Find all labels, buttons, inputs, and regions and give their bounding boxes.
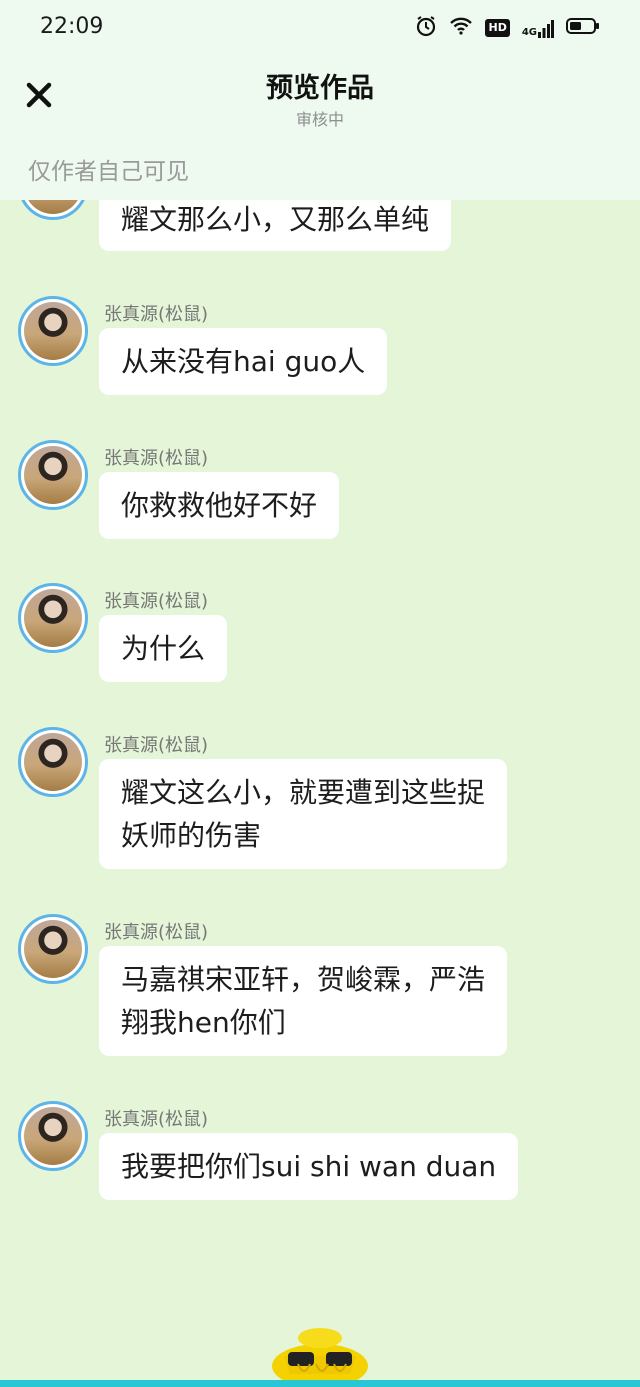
message-bubble[interactable]: 你救救他好不好 <box>99 472 340 539</box>
signal-icon: 4G <box>522 18 554 38</box>
status-time: 22:09 <box>40 14 104 39</box>
sender-name: 张真源(松鼠) <box>104 1109 209 1130</box>
page-title: 预览作品 <box>266 73 374 104</box>
message-text-line2: 妖师的伤害 <box>121 819 262 852</box>
avatar[interactable] <box>18 914 88 984</box>
message-text: 耀文那么小，又那么单纯 <box>121 203 430 236</box>
visibility-notice: 仅作者自己可见 <box>28 159 189 185</box>
avatar[interactable] <box>18 727 88 797</box>
wifi-icon <box>449 16 473 40</box>
avatar[interactable] <box>18 1101 88 1171</box>
message-text: 从来没有hai guo人 <box>121 345 366 378</box>
hd-badge: HD <box>485 19 510 37</box>
sender-name: 张真源(松鼠) <box>104 735 209 756</box>
avatar[interactable] <box>18 296 88 366</box>
avatar[interactable] <box>18 583 88 653</box>
message-bubble[interactable]: 从来没有hai guo人 <box>99 328 388 395</box>
message-text: 为什么 <box>121 632 206 665</box>
avatar[interactable] <box>18 200 88 220</box>
message-text: 我要把你们sui shi wan duan <box>121 1150 497 1183</box>
battery-icon <box>566 16 600 40</box>
avatar[interactable] <box>18 440 88 510</box>
message-bubble[interactable]: 为什么 <box>99 615 228 682</box>
sender-name: 张真源(松鼠) <box>104 922 209 943</box>
message-text: 马嘉祺宋亚轩，贺峻霖，严浩 <box>121 963 486 996</box>
chat-list[interactable]: 耀文那么小，又那么单纯 张真源(松鼠) 从来没有hai guo人 张真源(松鼠)… <box>0 200 640 1380</box>
network-type: 4G <box>521 27 537 38</box>
message-bubble[interactable]: 耀文那么小，又那么单纯 <box>99 200 452 251</box>
message-bubble[interactable]: 马嘉祺宋亚轩，贺峻霖，严浩 翔我hen你们 <box>99 946 508 1056</box>
sender-name: 张真源(松鼠) <box>104 591 209 612</box>
mascot-icon[interactable] <box>270 1326 370 1387</box>
sender-name: 张真源(松鼠) <box>104 304 209 325</box>
bottom-bar <box>0 1380 640 1387</box>
message-bubble[interactable]: 耀文这么小，就要遭到这些捉 妖师的伤害 <box>99 759 508 869</box>
message-bubble[interactable]: 我要把你们sui shi wan duan <box>99 1133 519 1200</box>
message-text: 耀文这么小，就要遭到这些捉 <box>121 776 486 809</box>
message-text-line2: 翔我hen你们 <box>121 1006 286 1039</box>
message-text: 你救救他好不好 <box>121 489 318 522</box>
review-status: 审核中 <box>295 110 344 129</box>
header: 预览作品 审核中 仅作者自己可见 <box>0 56 640 200</box>
sender-name: 张真源(松鼠) <box>104 448 209 469</box>
status-bar: 22:09 HD 4G <box>0 0 640 56</box>
alarm-icon <box>415 15 437 41</box>
status-icons: HD 4G <box>415 16 600 40</box>
